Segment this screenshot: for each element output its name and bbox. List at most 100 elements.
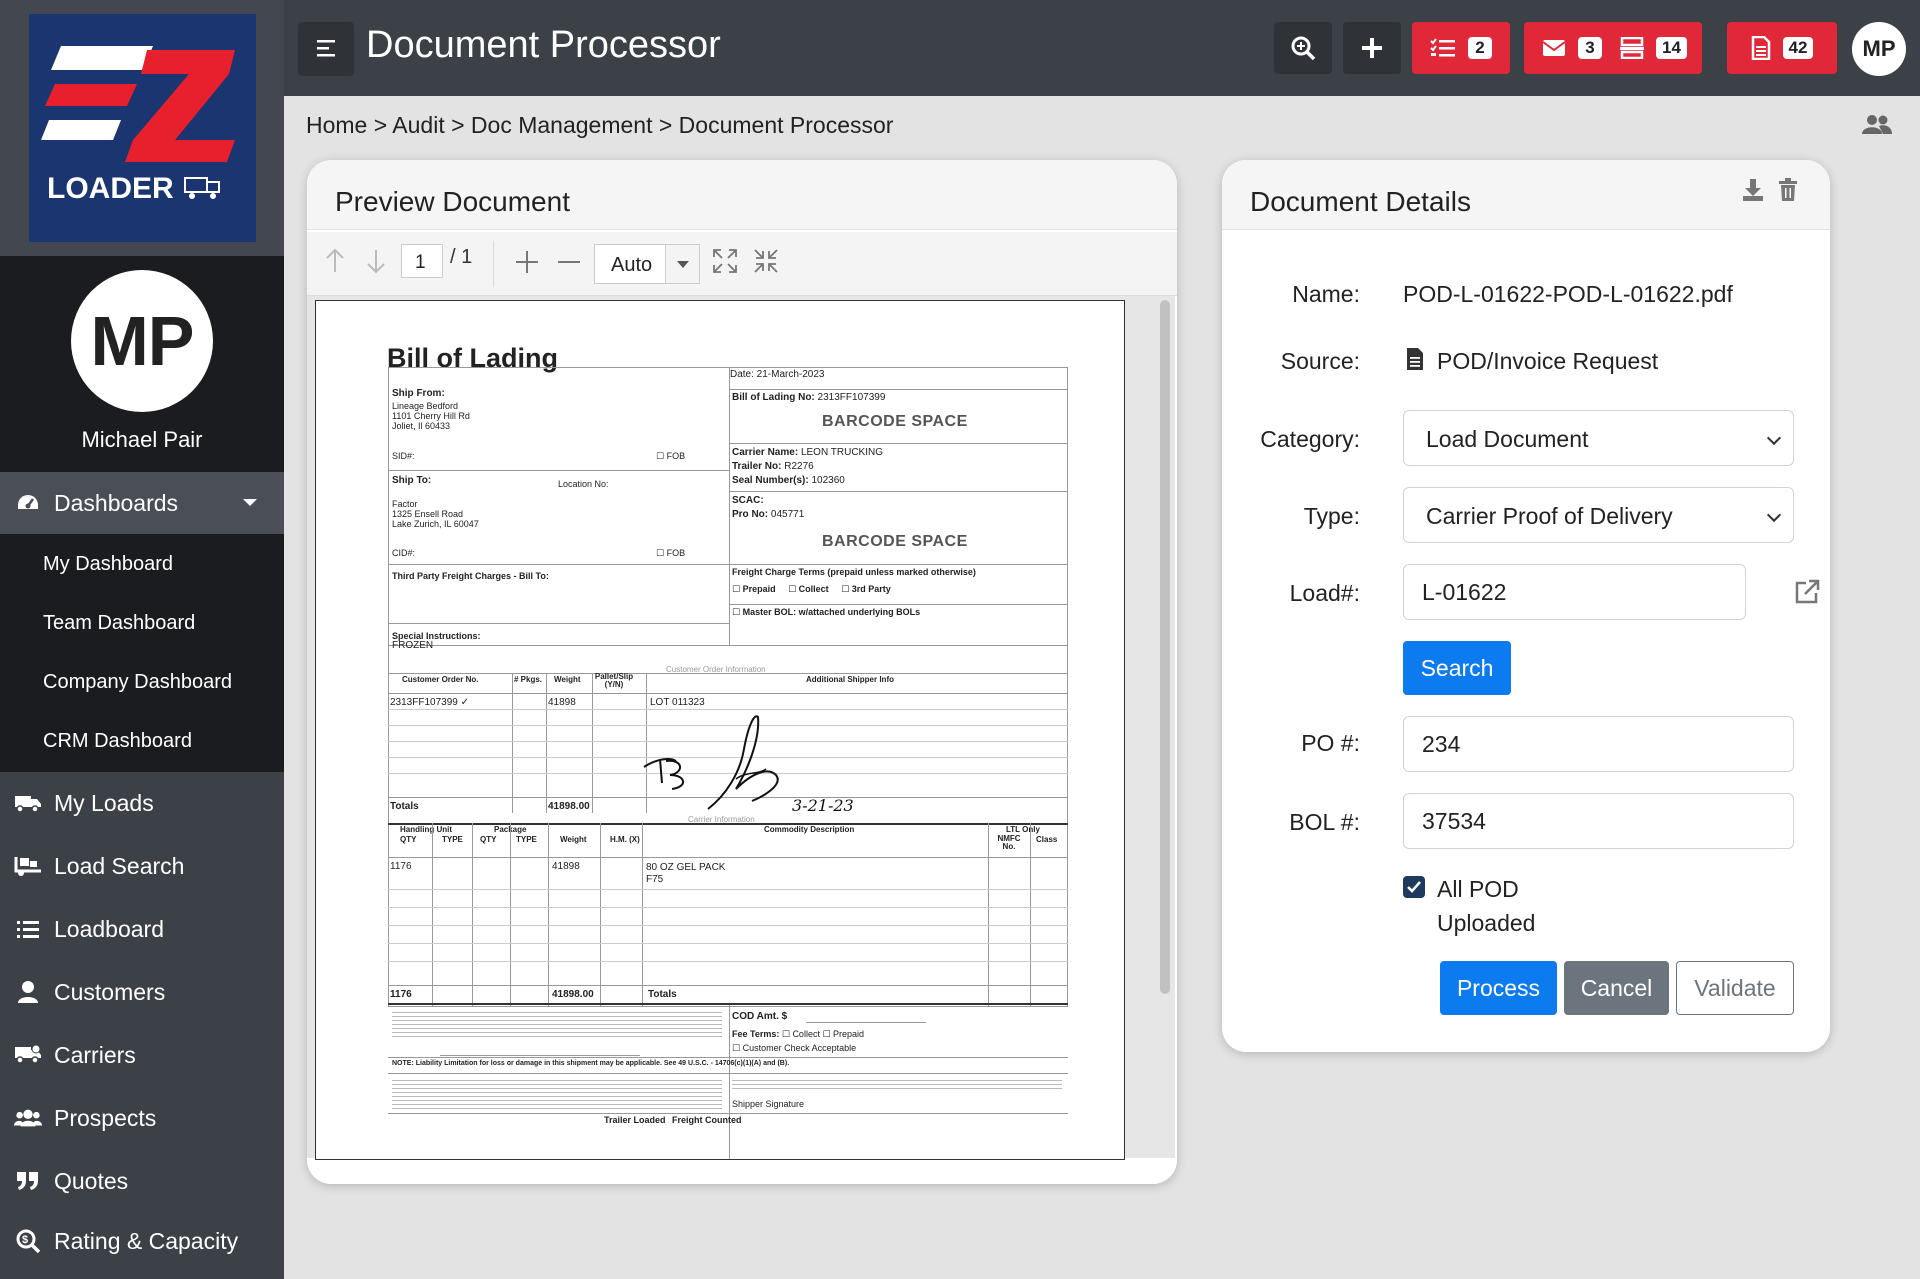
app-logo[interactable]: LOADER	[29, 14, 256, 242]
sidebar-item-loadboard[interactable]: Loadboard	[0, 898, 284, 960]
category-select[interactable]: Load Document	[1403, 410, 1794, 466]
quote-icon	[14, 1167, 42, 1195]
arrow-down-icon	[367, 250, 385, 274]
plus-icon	[1362, 38, 1382, 58]
bol-no-label: Bill of Lading No:	[732, 392, 815, 403]
sidebar-item-crm-dashboard[interactable]: CRM Dashboard	[43, 730, 192, 753]
process-button[interactable]: Process	[1440, 961, 1557, 1015]
sid-label: SID#:	[392, 451, 415, 461]
user-avatar[interactable]: MP	[71, 270, 213, 412]
search-dollar-icon: $	[14, 1227, 42, 1255]
signature-date: 3-21-23	[792, 796, 854, 815]
search-button[interactable]	[1274, 22, 1332, 74]
bol-no: 2313FF107399	[817, 392, 886, 403]
bol-input[interactable]: 37534	[1403, 793, 1794, 849]
search-button[interactable]: Search	[1403, 641, 1511, 695]
fine-print	[392, 1009, 722, 1039]
bol-divider	[548, 823, 549, 1007]
sidebar-item-carriers[interactable]: Carriers	[0, 1024, 284, 1086]
sidebar-item-company-dashboard[interactable]: Company Dashboard	[43, 671, 232, 694]
page-title: Document Processor	[366, 24, 721, 66]
zoom-select[interactable]: Auto	[594, 244, 700, 284]
sidebar-item-label: Carriers	[54, 1041, 136, 1068]
all-pod-label-line2[interactable]: Uploaded	[1437, 910, 1535, 937]
tasks-button[interactable]: 2	[1412, 22, 1510, 74]
third-party-label: Third Party Freight Charges - Bill To:	[392, 571, 549, 581]
ci-header: TYPE	[516, 835, 537, 844]
sidebar-item-quotes[interactable]: Quotes	[0, 1150, 284, 1212]
page-number-input[interactable]: 1	[401, 244, 443, 278]
source-label: Source:	[1280, 348, 1360, 374]
menu-toggle-button[interactable]	[298, 22, 354, 76]
cancel-button[interactable]: Cancel	[1564, 961, 1669, 1015]
ship-to-label: Ship To:	[392, 475, 432, 486]
sidebar-item-dashboards[interactable]: Dashboards	[0, 472, 284, 534]
ci-header: TYPE	[442, 835, 463, 844]
sidebar-item-my-loads[interactable]: My Loads	[0, 772, 284, 834]
shipper-signature-label: Shipper Signature	[732, 1099, 805, 1109]
toolbar-divider	[493, 241, 494, 287]
check-icon	[1407, 881, 1421, 893]
compress-button[interactable]	[753, 248, 779, 279]
messages-button[interactable]: 3 14	[1524, 22, 1702, 74]
ci-header: NMFC No.	[997, 834, 1021, 851]
documents-button[interactable]: 42	[1727, 22, 1837, 74]
pdf-scrollbar[interactable]	[1160, 300, 1170, 994]
next-page-button[interactable]	[366, 248, 386, 279]
sidebar-item-label: Prospects	[54, 1104, 157, 1131]
type-select[interactable]: Carrier Proof of Delivery	[1403, 487, 1794, 543]
sidebar-item-label: My Loads	[54, 789, 154, 816]
ci-header: Weight	[560, 835, 587, 844]
barcode-space: BARCODE SPACE	[822, 533, 968, 550]
bol-divider	[729, 491, 1068, 492]
all-pod-checkbox[interactable]	[1403, 876, 1425, 898]
bol-divider	[472, 823, 473, 1007]
zoom-out-button[interactable]	[556, 249, 582, 280]
sidebar-item-team-dashboard[interactable]: Team Dashboard	[43, 612, 195, 635]
breadcrumb[interactable]: Home > Audit > Doc Management > Document…	[306, 112, 893, 139]
bol-divider	[388, 889, 1068, 890]
bol-divider	[600, 823, 601, 1007]
coi-header: Weight	[554, 675, 581, 684]
users-icon[interactable]	[1862, 114, 1892, 141]
sidebar-item-customers[interactable]: Customers	[0, 961, 284, 1023]
fine-print	[392, 1077, 722, 1111]
validate-button[interactable]: Validate	[1676, 961, 1794, 1015]
tasks-count-badge: 2	[1468, 37, 1492, 59]
bol-divider	[388, 823, 1068, 825]
sidebar-item-prospects[interactable]: Prospects	[0, 1087, 284, 1149]
all-pod-label[interactable]: All POD	[1437, 876, 1519, 903]
load-input[interactable]: L-01622	[1403, 564, 1746, 620]
freight-counted-label: Freight Counted	[672, 1115, 742, 1125]
coi-cell: 2313FF107399	[390, 697, 458, 708]
sidebar-item-rating-capacity[interactable]: $ Rating & Capacity	[0, 1210, 284, 1272]
bol-divider	[988, 823, 989, 1007]
delete-button[interactable]	[1778, 178, 1798, 207]
bol-divider	[729, 604, 1068, 605]
bol-divider	[388, 1057, 1068, 1058]
zoom-in-button[interactable]	[514, 249, 540, 280]
open-load-button[interactable]	[1794, 579, 1820, 610]
bol-divider	[388, 1073, 1068, 1074]
special-instructions: FROZEN	[392, 640, 434, 651]
user-menu-avatar[interactable]: MP	[1852, 22, 1906, 76]
download-icon	[1743, 179, 1763, 201]
documents-count-badge: 42	[1782, 37, 1814, 59]
user-icon	[14, 978, 42, 1006]
download-button[interactable]	[1742, 178, 1764, 207]
ci-totals-label: Totals	[648, 989, 677, 1000]
add-button[interactable]	[1343, 22, 1401, 74]
ci-total-weight: 41898.00	[552, 989, 594, 1000]
coi-header: Additional Shipper Info	[806, 675, 894, 684]
collect-option: Collect	[792, 1029, 820, 1039]
sidebar-item-load-search[interactable]: Load Search	[0, 835, 284, 897]
prev-page-button[interactable]	[325, 248, 345, 279]
ci-header: H.M. (X)	[610, 835, 640, 844]
expand-button[interactable]	[712, 248, 738, 279]
bol-divider	[642, 823, 643, 1007]
chevron-down-icon	[1766, 507, 1782, 523]
zoom-dropdown-toggle[interactable]	[665, 245, 699, 283]
po-input[interactable]: 234	[1403, 716, 1794, 772]
sidebar-item-my-dashboard[interactable]: My Dashboard	[43, 553, 173, 576]
coi-header: Pallet/Slip (Y/N)	[594, 672, 634, 689]
